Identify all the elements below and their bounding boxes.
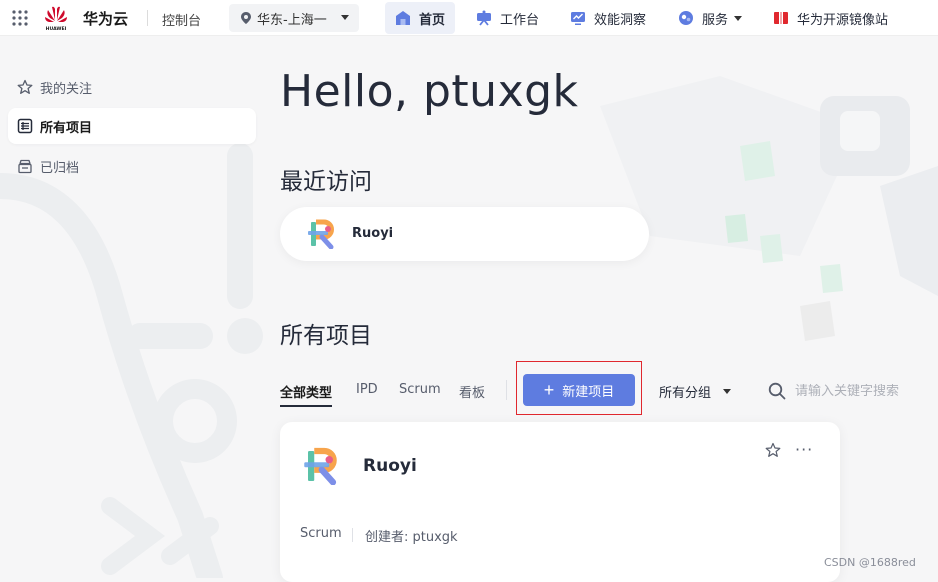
sidebar-item-label: 我的关注 <box>40 81 93 97</box>
all-projects-title: 所有项目 <box>280 323 372 349</box>
filter-tab-ipd[interactable]: IPD <box>356 382 378 397</box>
recent-visits-title: 最近访问 <box>280 169 372 195</box>
nav-home-label: 首页 <box>419 12 446 28</box>
chevron-down-icon <box>734 15 743 21</box>
nav-service[interactable]: 服务 <box>668 2 752 34</box>
greeting-title: Hello, ptuxgk <box>280 66 579 117</box>
sidebar-item-my-follows[interactable]: 我的关注 <box>8 69 256 105</box>
watermark: CSDN @1688red <box>824 556 916 569</box>
archive-icon <box>18 159 32 174</box>
chevron-down-icon <box>723 389 732 394</box>
nav-service-label: 服务 <box>702 12 729 28</box>
favorite-star-icon[interactable] <box>765 442 781 458</box>
brand-name[interactable]: 华为云 <box>83 8 128 29</box>
brand-divider <box>147 10 148 26</box>
recent-project-name: Ruoyi <box>352 226 394 241</box>
group-select-dropdown[interactable]: 所有分组 <box>659 382 732 401</box>
plus-icon: + <box>543 380 555 400</box>
project-card[interactable]: Ruoyi ··· Scrum 创建者: ptuxgk <box>280 422 840 582</box>
sidebar-item-label: 所有项目 <box>40 120 93 136</box>
search-icon[interactable] <box>768 382 786 400</box>
nav-mirror-site[interactable]: 华为开源镜像站 <box>763 2 898 34</box>
filter-divider <box>506 380 507 400</box>
sidebar-item-all-projects[interactable]: 所有项目 <box>8 108 256 144</box>
region-selector[interactable]: 华东-上海一 <box>229 4 359 32</box>
nav-workbench[interactable]: 工作台 <box>466 2 549 34</box>
chevron-down-icon <box>341 15 349 20</box>
insight-icon <box>571 12 585 25</box>
group-select-label: 所有分组 <box>659 386 712 401</box>
mirror-icon <box>774 12 788 24</box>
location-pin-icon <box>241 12 251 24</box>
project-name[interactable]: Ruoyi <box>363 456 417 476</box>
project-creator: 创建者: ptuxgk <box>365 530 458 545</box>
meta-divider <box>352 528 353 542</box>
star-icon <box>17 79 33 94</box>
sidebar-item-archived[interactable]: 已归档 <box>8 148 256 184</box>
workbench-icon <box>477 10 491 26</box>
project-list-icon <box>17 118 33 134</box>
filter-tab-scrum[interactable]: Scrum <box>399 382 441 397</box>
new-project-button[interactable]: + 新建项目 <box>523 374 635 406</box>
project-type: Scrum <box>300 526 342 541</box>
console-link[interactable]: 控制台 <box>162 10 201 29</box>
more-options-icon[interactable]: ··· <box>795 440 817 460</box>
search-input[interactable] <box>795 383 925 399</box>
project-logo-icon <box>304 447 337 485</box>
home-icon <box>396 11 410 25</box>
filter-tab-kanban[interactable]: 看板 <box>459 382 485 401</box>
nav-home[interactable]: 首页 <box>385 2 456 34</box>
nav-insight-label: 效能洞察 <box>594 12 647 28</box>
project-logo-icon <box>308 219 334 249</box>
new-project-label: 新建项目 <box>562 383 615 399</box>
sidebar-item-label: 已归档 <box>40 160 80 176</box>
region-label: 华东-上海一 <box>257 12 327 28</box>
recent-project-card[interactable]: Ruoyi <box>280 207 649 261</box>
app-grid-icon[interactable] <box>11 9 29 27</box>
huawei-logo[interactable]: HUAWEI <box>42 4 70 32</box>
top-navigation-bar: HUAWEI 华为云 控制台 华东-上海一 首页 工作台 效能洞察 服务 华为开… <box>0 0 938 36</box>
nav-mirror-site-label: 华为开源镜像站 <box>797 12 889 28</box>
filter-tab-all-types[interactable]: 全部类型 <box>280 382 333 407</box>
nav-insight[interactable]: 效能洞察 <box>560 2 656 34</box>
service-icon <box>679 11 693 25</box>
project-search <box>768 379 928 403</box>
nav-workbench-label: 工作台 <box>500 12 540 28</box>
logo-wordmark: HUAWEI <box>46 26 67 32</box>
